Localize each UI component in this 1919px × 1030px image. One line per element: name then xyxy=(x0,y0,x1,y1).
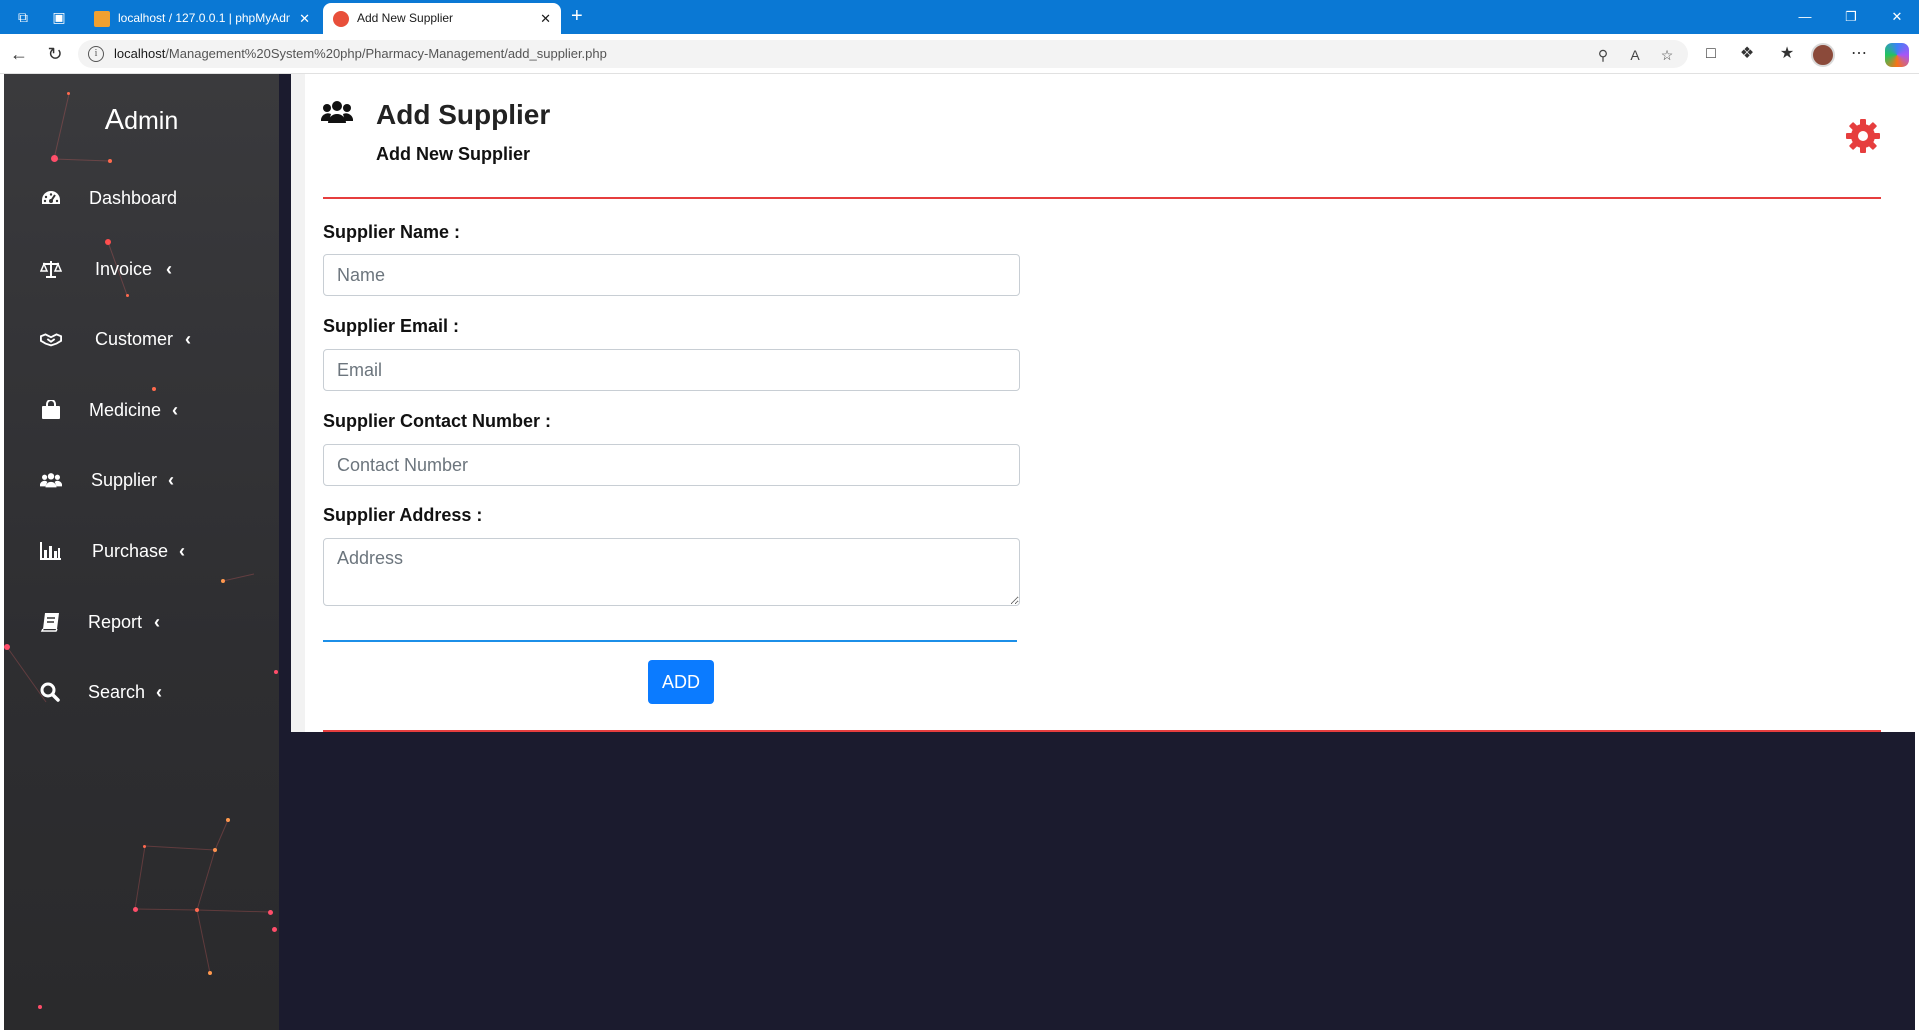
read-aloud-icon[interactable]: A xyxy=(1625,45,1645,65)
sidebar-item-label: Report xyxy=(88,612,143,632)
site-favicon-icon xyxy=(333,11,349,27)
sidebar-item-dashboard[interactable]: Dashboard xyxy=(4,176,279,220)
brand-rest: dmin xyxy=(124,107,179,135)
chevron-left-icon: ‹ xyxy=(179,541,185,561)
tab-phpmyadmin[interactable]: localhost / 127.0.0.1 | phpMyAdmin ✕ xyxy=(84,3,320,34)
chevron-left-icon: ‹ xyxy=(154,612,160,632)
brand-initial: A xyxy=(104,104,125,136)
sidebar-item-medicine[interactable]: Medicine ‹ xyxy=(4,388,279,432)
footer-divider xyxy=(323,730,1881,732)
zoom-icon[interactable]: ⚲ xyxy=(1593,45,1613,65)
sidebar-item-label: Supplier xyxy=(91,470,158,490)
sidebar-item-report[interactable]: Report ‹ xyxy=(4,600,279,644)
url-text[interactable]: localhost/Management%20System%20php/Phar… xyxy=(114,46,607,61)
supplier-email-input[interactable] xyxy=(323,349,1020,391)
tab-add-new-supplier[interactable]: Add New Supplier ✕ xyxy=(323,3,561,34)
sidebar-item-supplier[interactable]: Supplier ‹ xyxy=(4,458,279,502)
bar-chart-icon xyxy=(40,542,61,560)
add-button[interactable]: ADD xyxy=(648,660,714,704)
users-icon xyxy=(40,473,62,488)
split-screen-icon[interactable]: □ xyxy=(1700,43,1722,65)
browser-titlebar: ⧉ ▣ localhost / 127.0.0.1 | phpMyAdmin ✕… xyxy=(0,0,1919,34)
sidebar-item-search[interactable]: Search ‹ xyxy=(4,670,279,714)
url-host: localhost xyxy=(114,46,166,61)
header-divider xyxy=(323,197,1881,199)
minimize-icon[interactable]: — xyxy=(1785,0,1825,34)
handshake-icon xyxy=(40,333,62,347)
close-tab-icon[interactable]: ✕ xyxy=(540,3,551,34)
sidebar: Admin Dashboard Invoice ‹ Customer ‹ Med… xyxy=(4,74,279,1030)
shopping-bag-icon xyxy=(42,400,60,419)
tab-label: localhost / 127.0.0.1 | phpMyAdmin xyxy=(118,11,290,25)
supplier-name-label: Supplier Name : xyxy=(323,222,461,242)
sidebar-item-invoice[interactable]: Invoice ‹ xyxy=(4,247,279,291)
site-info-icon[interactable]: i xyxy=(88,46,104,62)
sidebar-item-label: Purchase xyxy=(92,541,169,561)
sidebar-item-label: Search xyxy=(88,682,146,702)
chevron-left-icon: ‹ xyxy=(156,682,162,702)
book-icon xyxy=(40,613,59,632)
form-divider xyxy=(323,640,1017,642)
more-menu-icon[interactable]: ⋯ xyxy=(1848,43,1870,65)
brand-logo[interactable]: Admin xyxy=(4,104,279,137)
gear-icon[interactable] xyxy=(1845,118,1881,154)
browser-toolbar: ← ↻ i localhost/Management%20System%20ph… xyxy=(0,34,1919,74)
sidebar-item-customer[interactable]: Customer ‹ xyxy=(4,317,279,361)
workspaces-icon[interactable]: ⧉ xyxy=(14,8,32,26)
extensions-icon[interactable]: ❖ xyxy=(1736,43,1758,65)
users-icon xyxy=(321,101,353,123)
sidebar-item-label: Customer xyxy=(95,329,174,349)
address-bar[interactable]: i localhost/Management%20System%20php/Ph… xyxy=(78,40,1688,68)
balance-scale-icon xyxy=(40,261,62,278)
tab-label: Add New Supplier xyxy=(357,11,454,25)
chevron-left-icon: ‹ xyxy=(166,259,172,279)
restore-icon[interactable]: ❐ xyxy=(1831,0,1871,34)
refresh-icon[interactable]: ↻ xyxy=(44,43,66,65)
supplier-name-input[interactable] xyxy=(323,254,1020,296)
supplier-address-input[interactable] xyxy=(323,538,1020,606)
sidebar-item-label: Medicine xyxy=(89,400,162,420)
page-title: Add Supplier xyxy=(376,99,551,130)
new-tab-icon[interactable]: + xyxy=(571,4,583,28)
back-icon[interactable]: ← xyxy=(8,43,30,65)
chevron-left-icon: ‹ xyxy=(172,400,178,420)
form-card-body: Add Supplier Add New Supplier Supplier N… xyxy=(305,74,1915,732)
close-tab-icon[interactable]: ✕ xyxy=(299,3,310,34)
chevron-left-icon: ‹ xyxy=(168,470,174,490)
favorites-icon[interactable]: ★ xyxy=(1776,43,1798,65)
supplier-email-label: Supplier Email : xyxy=(323,316,460,336)
sidebar-item-label: Dashboard xyxy=(89,188,178,208)
dashboard-icon xyxy=(42,191,60,204)
page: Admin Dashboard Invoice ‹ Customer ‹ Med… xyxy=(4,74,1915,1030)
url-path: /Management%20System%20php/Pharmacy-Mana… xyxy=(165,46,607,61)
window-close-icon[interactable]: ✕ xyxy=(1877,0,1917,34)
tab-actions-icon[interactable]: ▣ xyxy=(50,8,68,26)
main-content: Add Supplier Add New Supplier Supplier N… xyxy=(279,74,1915,1030)
profile-avatar[interactable] xyxy=(1811,43,1835,67)
copilot-icon[interactable] xyxy=(1885,43,1909,67)
supplier-contact-input[interactable] xyxy=(323,444,1020,486)
search-icon xyxy=(40,682,60,702)
phpmyadmin-favicon-icon xyxy=(94,11,110,27)
page-subtitle: Add New Supplier xyxy=(376,144,531,164)
sidebar-item-label: Invoice xyxy=(95,259,153,279)
sidebar-item-purchase[interactable]: Purchase ‹ xyxy=(4,529,279,573)
supplier-address-label: Supplier Address : xyxy=(323,505,483,525)
form-card: Add Supplier Add New Supplier Supplier N… xyxy=(291,74,1915,732)
favorite-star-icon[interactable]: ☆ xyxy=(1657,45,1677,65)
supplier-contact-label: Supplier Contact Number : xyxy=(323,411,552,431)
chevron-left-icon: ‹ xyxy=(185,329,191,349)
